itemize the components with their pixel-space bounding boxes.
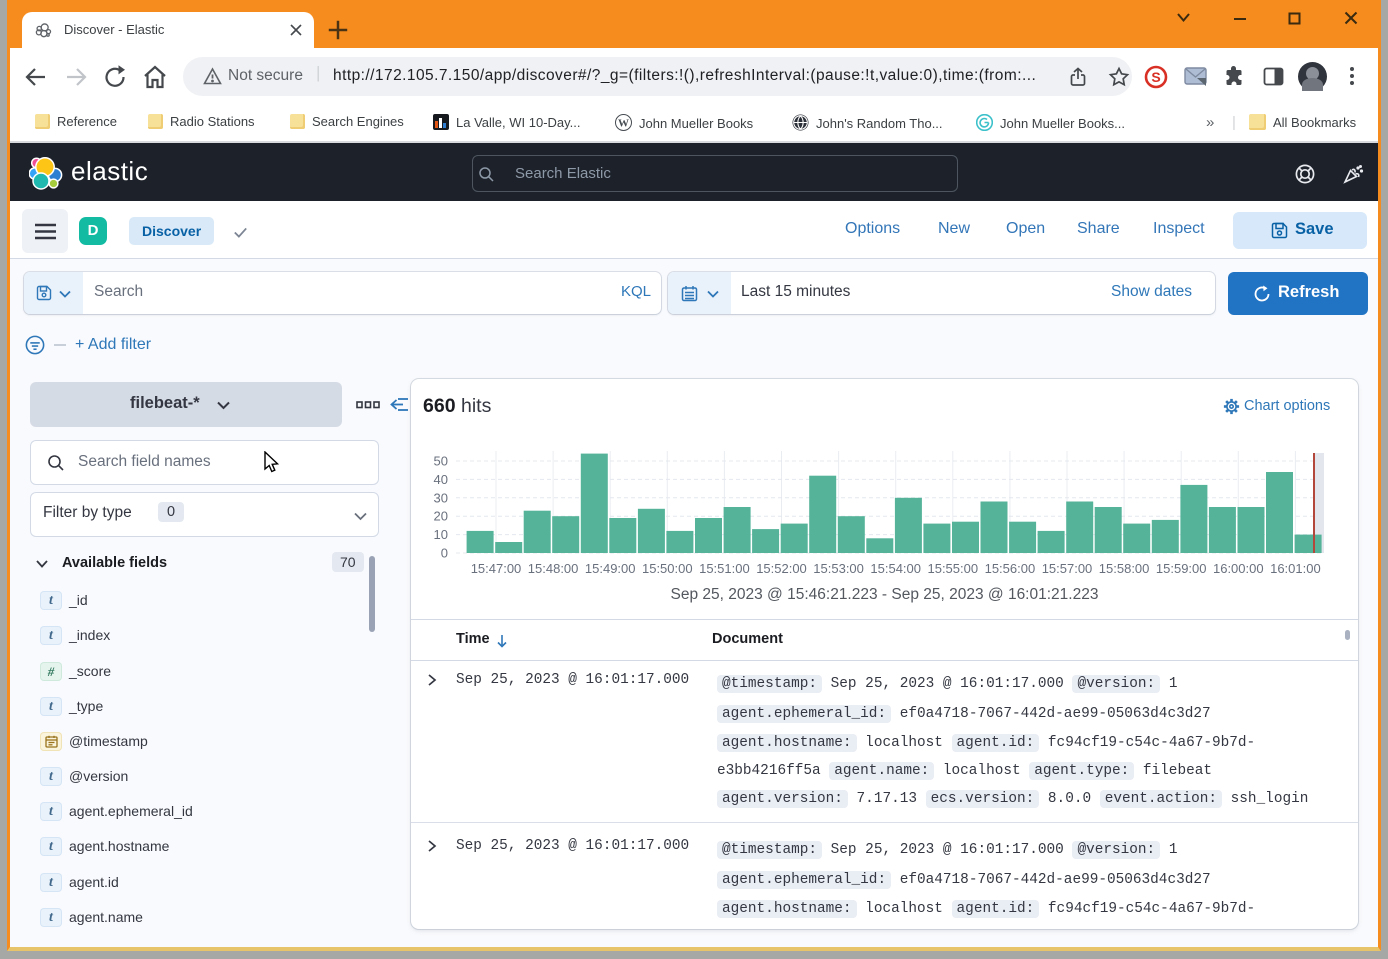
svg-text:15:59:00: 15:59:00 xyxy=(1156,561,1207,576)
svg-text:S: S xyxy=(1151,69,1160,85)
svg-text:15:56:00: 15:56:00 xyxy=(985,561,1036,576)
svg-text:16:01:00: 16:01:00 xyxy=(1270,561,1321,576)
svg-text:15:49:00: 15:49:00 xyxy=(585,561,636,576)
svg-text:15:51:00: 15:51:00 xyxy=(699,561,750,576)
svg-text:20: 20 xyxy=(434,509,448,524)
svg-text:50: 50 xyxy=(434,454,448,469)
svg-text:W: W xyxy=(618,117,629,129)
svg-text:15:58:00: 15:58:00 xyxy=(1099,561,1150,576)
svg-text:0: 0 xyxy=(441,546,448,561)
svg-text:15:53:00: 15:53:00 xyxy=(813,561,864,576)
svg-text:15:57:00: 15:57:00 xyxy=(1042,561,1093,576)
svg-text:40: 40 xyxy=(434,472,448,487)
svg-text:16:00:00: 16:00:00 xyxy=(1213,561,1264,576)
svg-text:15:55:00: 15:55:00 xyxy=(927,561,978,576)
svg-text:15:54:00: 15:54:00 xyxy=(870,561,921,576)
svg-text:15:47:00: 15:47:00 xyxy=(471,561,522,576)
svg-text:15:48:00: 15:48:00 xyxy=(528,561,579,576)
svg-text:10: 10 xyxy=(434,527,448,542)
svg-text:15:52:00: 15:52:00 xyxy=(756,561,807,576)
svg-text:15:50:00: 15:50:00 xyxy=(642,561,693,576)
svg-text:30: 30 xyxy=(434,490,448,505)
